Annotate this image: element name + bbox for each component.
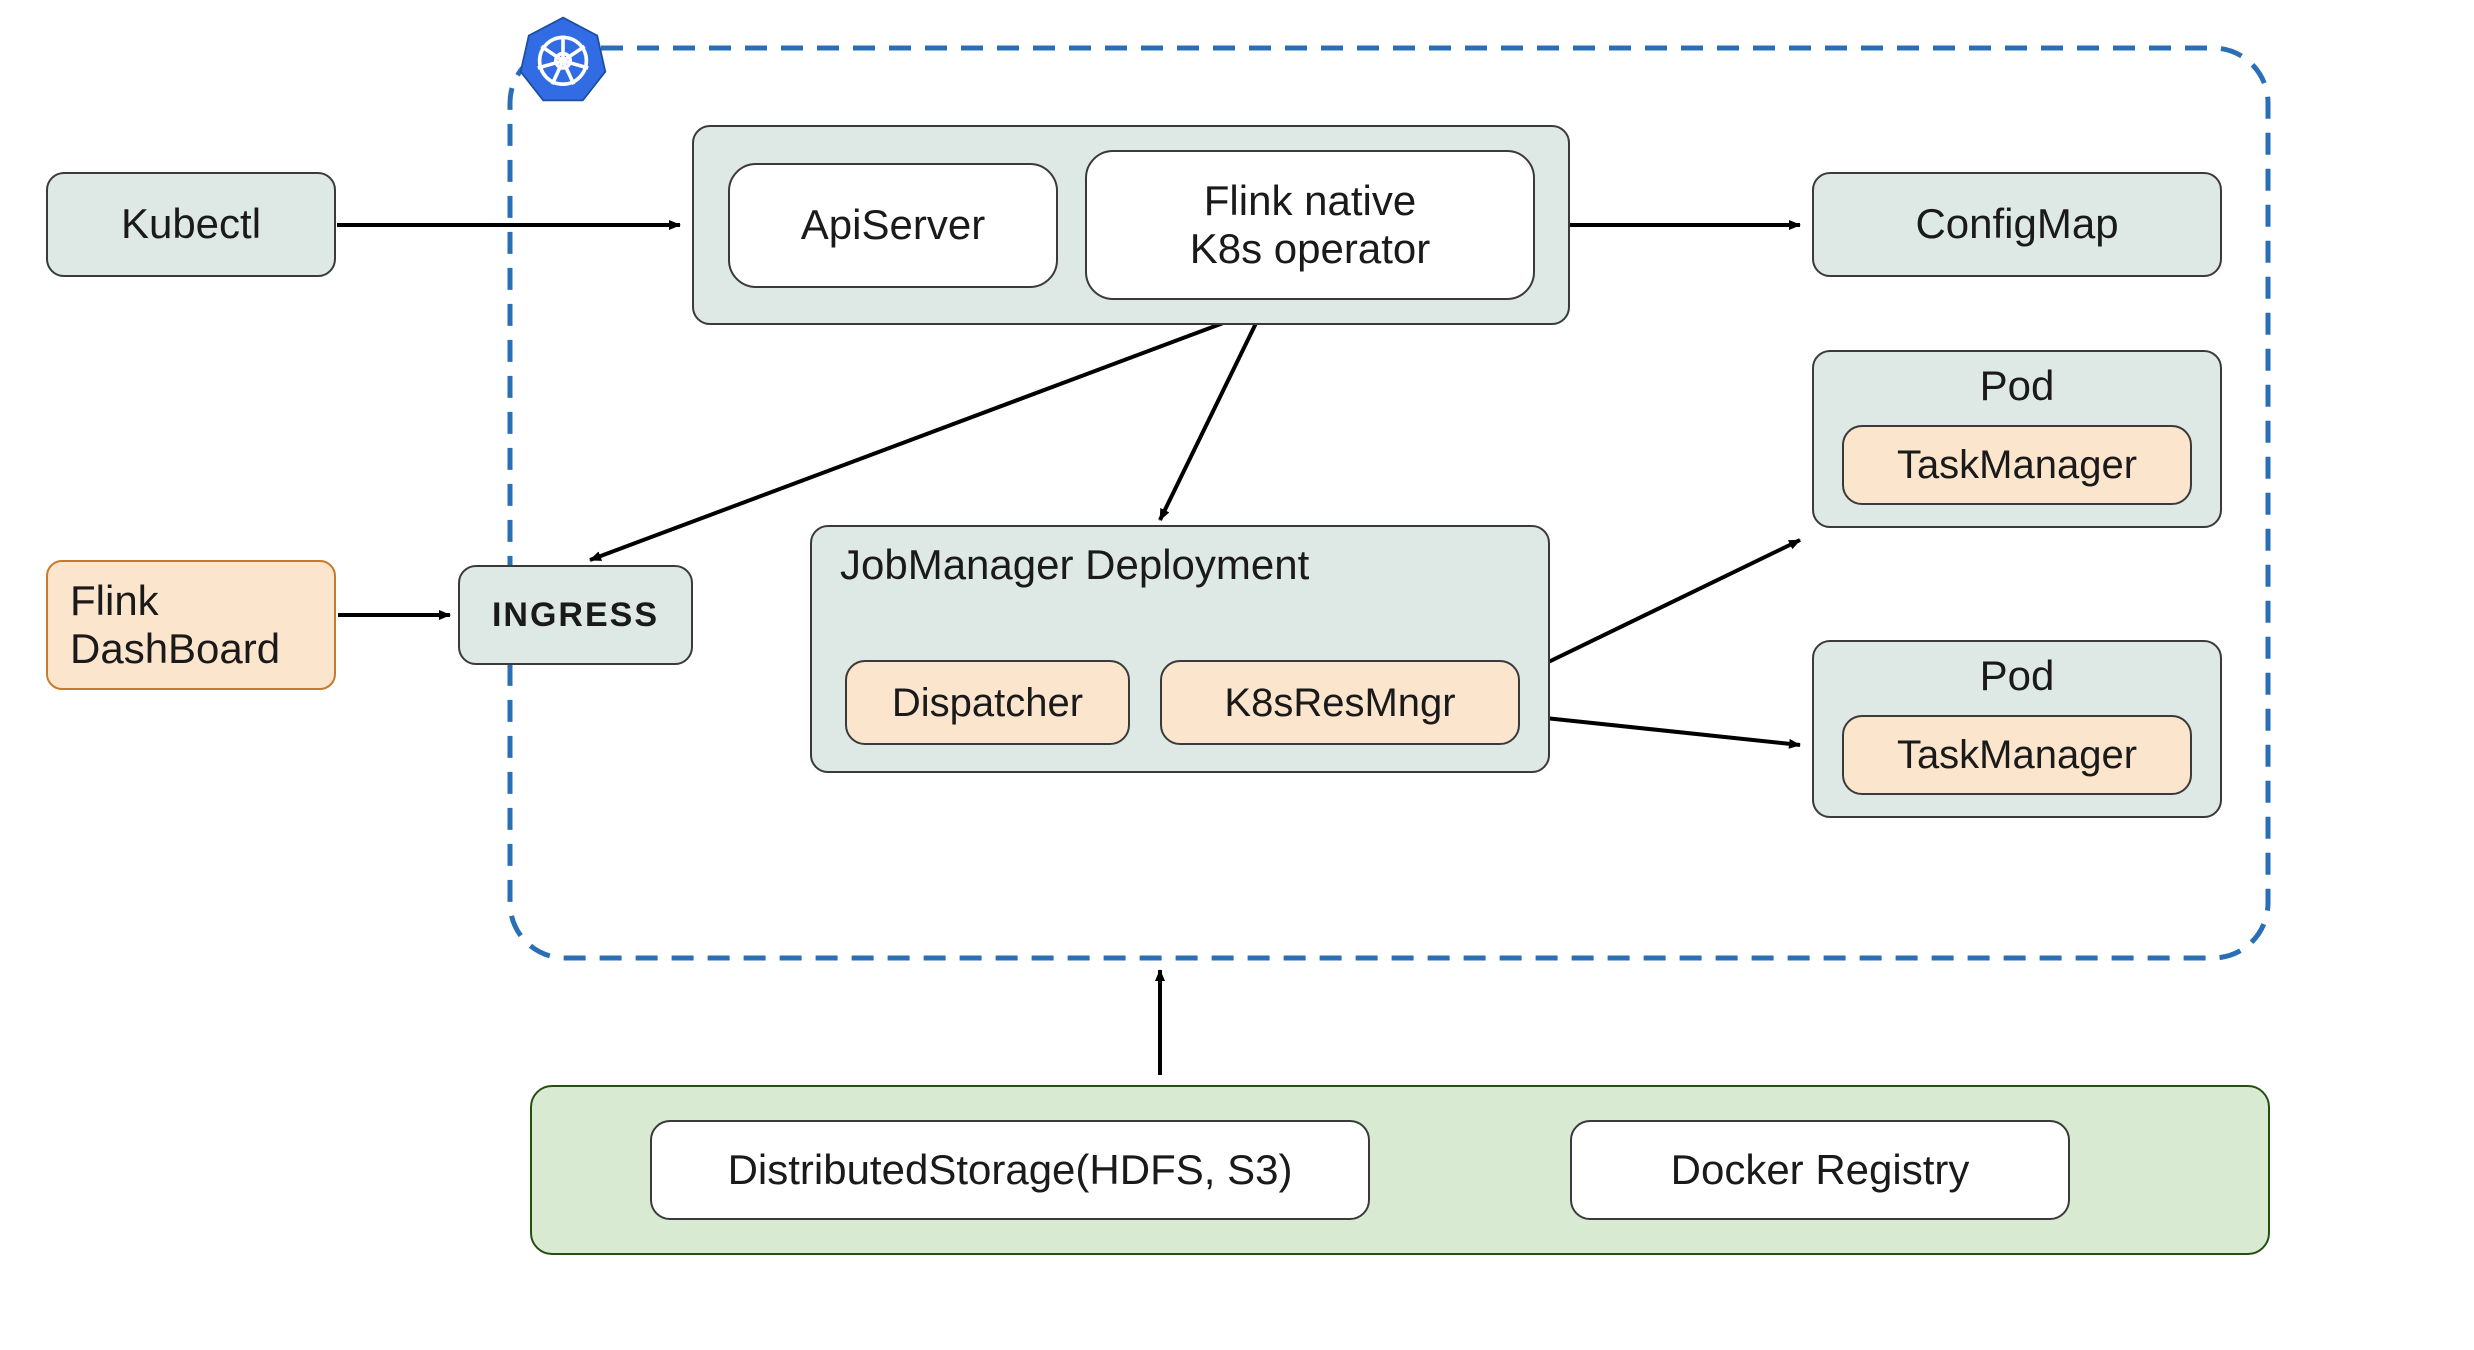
- docker-registry-label: Docker Registry: [1671, 1146, 1970, 1194]
- configmap-label: ConfigMap: [1915, 200, 2118, 248]
- taskmanager1-box: TaskManager: [1842, 425, 2192, 505]
- edge-operator-jobmanager: [1160, 315, 1260, 520]
- flink-operator-label: Flink native K8s operator: [1190, 177, 1430, 274]
- edge-operator-ingress: [590, 310, 1258, 560]
- taskmanager2-box: TaskManager: [1842, 715, 2192, 795]
- flink-dashboard-label: Flink DashBoard: [70, 577, 280, 674]
- flink-dashboard-box: Flink DashBoard: [46, 560, 336, 690]
- taskmanager1-label: TaskManager: [1897, 442, 2137, 488]
- flink-operator-box: Flink native K8s operator: [1085, 150, 1535, 300]
- ingress-label: INGRESS: [492, 596, 659, 635]
- pod2-label: Pod: [1980, 652, 2055, 700]
- taskmanager2-label: TaskManager: [1897, 732, 2137, 778]
- pod1-label: Pod: [1980, 362, 2055, 410]
- jobmanager-deployment-label: JobManager Deployment: [840, 541, 1309, 589]
- configmap-box: ConfigMap: [1812, 172, 2222, 277]
- distributed-storage-label: DistributedStorage(HDFS, S3): [728, 1146, 1293, 1194]
- k8s-icon: [518, 14, 608, 104]
- dispatcher-label: Dispatcher: [892, 680, 1083, 726]
- dispatcher-box: Dispatcher: [845, 660, 1130, 745]
- apiserver-box: ApiServer: [728, 163, 1058, 288]
- k8sresmngr-box: K8sResMngr: [1160, 660, 1520, 745]
- kubectl-box: Kubectl: [46, 172, 336, 277]
- ingress-box: INGRESS: [458, 565, 693, 665]
- apiserver-label: ApiServer: [801, 201, 985, 249]
- kubectl-label: Kubectl: [121, 200, 261, 248]
- docker-registry-box: Docker Registry: [1570, 1120, 2070, 1220]
- k8sresmngr-label: K8sResMngr: [1224, 680, 1455, 726]
- distributed-storage-box: DistributedStorage(HDFS, S3): [650, 1120, 1370, 1220]
